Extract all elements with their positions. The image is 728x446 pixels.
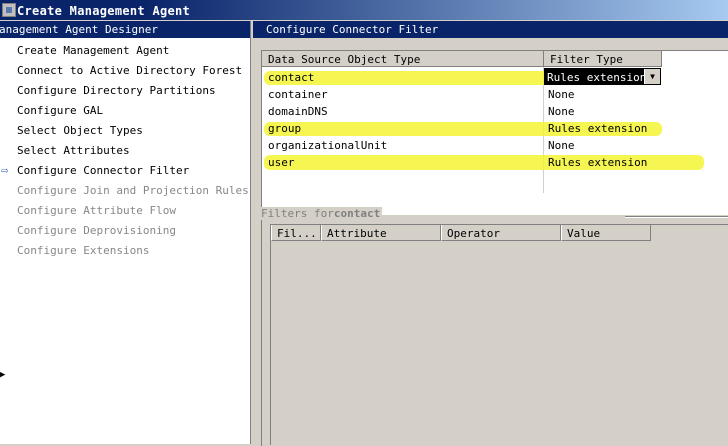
- column-header-label: Value: [567, 227, 601, 240]
- connector-filter-panel: Configure Connector Filter Data Source O…: [253, 21, 728, 446]
- nav-item-label: Select Attributes: [17, 144, 130, 157]
- window-title: Create Management Agent: [17, 4, 191, 18]
- column-header-label: Data Source Object Type: [268, 53, 421, 66]
- column-header-label: Operator: [447, 227, 500, 240]
- filters-title-object: contact: [333, 207, 381, 220]
- panel-header: Configure Connector Filter: [253, 21, 728, 38]
- mouse-cursor-icon: ▶: [0, 370, 6, 380]
- column-header-label: Attribute: [327, 227, 387, 240]
- filter-type-cell: Rules extension: [548, 122, 648, 135]
- designer-nav-panel: anagement Agent Designer Create Manageme…: [0, 21, 251, 444]
- current-step-arrow-icon: ⇨: [1, 163, 9, 177]
- filters-group-title: Filters forcontact: [261, 207, 383, 220]
- column-header-filter[interactable]: Fil...: [271, 225, 321, 241]
- table-row[interactable]: group Rules extension: [262, 120, 728, 137]
- object-type-cell: container: [268, 88, 328, 101]
- column-header-filter-type[interactable]: Filter Type: [544, 51, 662, 67]
- nav-item-label: Connect to Active Directory Forest: [17, 64, 243, 77]
- nav-panel-header: anagement Agent Designer: [0, 21, 250, 38]
- window-title-bar: Create Management Agent: [0, 0, 728, 20]
- object-type-filter-table: Data Source Object Type Filter Type cont…: [261, 50, 728, 215]
- filters-group-box: Filters forcontact Fil... Attribute Oper…: [261, 207, 728, 446]
- filter-type-cell: Rules extension: [548, 156, 648, 169]
- column-header-label: Fil...: [277, 227, 317, 240]
- column-header-operator[interactable]: Operator: [441, 225, 561, 241]
- nav-item-configure-directory-partitions[interactable]: Configure Directory Partitions: [17, 84, 216, 100]
- column-header-data-source-object-type[interactable]: Data Source Object Type: [262, 51, 544, 67]
- nav-item-configure-gal[interactable]: Configure GAL: [17, 104, 103, 120]
- nav-item-configure-deprovisioning: Configure Deprovisioning: [17, 224, 176, 240]
- nav-item-label: Configure Deprovisioning: [17, 224, 176, 237]
- column-header-attribute[interactable]: Attribute: [321, 225, 441, 241]
- nav-item-label: Configure Extensions: [17, 244, 150, 257]
- table-row[interactable]: domainDNS None: [262, 103, 728, 120]
- table-row[interactable]: container None: [262, 86, 728, 103]
- panel-header-text: Configure Connector Filter: [266, 23, 439, 36]
- nav-item-label: Create Management Agent: [17, 44, 170, 57]
- group-border: [625, 216, 728, 218]
- table-row[interactable]: organizationalUnit None: [262, 137, 728, 154]
- filter-type-selected-value: Rules extension: [547, 71, 647, 84]
- table-row[interactable]: user Rules extension: [262, 154, 728, 171]
- table-row[interactable]: contact Rules extension ▼: [262, 68, 728, 86]
- dropdown-arrow-icon[interactable]: ▼: [644, 69, 660, 84]
- nav-item-create-management-agent[interactable]: Create Management Agent: [17, 44, 169, 60]
- nav-item-select-attributes[interactable]: Select Attributes: [17, 144, 130, 160]
- filter-type-cell: None: [548, 105, 575, 118]
- nav-item-configure-connector-filter[interactable]: Configure Connector Filter: [17, 164, 189, 180]
- nav-item-label: Configure Connector Filter: [17, 164, 190, 177]
- nav-item-label: Configure Directory Partitions: [17, 84, 216, 97]
- nav-item-label: Configure Join and Projection Rules: [17, 184, 249, 197]
- filter-type-dropdown[interactable]: Rules extension ▼: [544, 68, 661, 85]
- object-type-cell: user: [268, 156, 295, 169]
- nav-item-label: Configure Attribute Flow: [17, 204, 176, 217]
- filter-type-cell: None: [548, 88, 575, 101]
- object-type-cell: domainDNS: [268, 105, 328, 118]
- nav-item-configure-attribute-flow: Configure Attribute Flow: [17, 204, 176, 220]
- nav-item-configure-extensions: Configure Extensions: [17, 244, 149, 260]
- object-type-cell: group: [268, 122, 302, 135]
- nav-item-connect-ad-forest[interactable]: Connect to Active Directory Forest: [17, 64, 242, 80]
- app-icon: [2, 3, 16, 17]
- column-header-label: Filter Type: [550, 53, 623, 66]
- column-header-value[interactable]: Value: [561, 225, 651, 241]
- nav-item-label: Select Object Types: [17, 124, 143, 137]
- object-type-cell: contact: [268, 71, 315, 84]
- filters-title-prefix: Filters for: [261, 207, 334, 220]
- filters-table: Fil... Attribute Operator Value: [270, 224, 728, 445]
- nav-item-select-object-types[interactable]: Select Object Types: [17, 124, 143, 140]
- object-type-cell: organizationalUnit: [268, 139, 388, 152]
- nav-panel-header-text: anagement Agent Designer: [0, 23, 158, 36]
- group-border: [261, 216, 262, 446]
- nav-item-label: Configure GAL: [17, 104, 104, 117]
- nav-item-configure-join-projection: Configure Join and Projection Rules: [17, 184, 249, 200]
- filter-type-cell: None: [548, 139, 575, 152]
